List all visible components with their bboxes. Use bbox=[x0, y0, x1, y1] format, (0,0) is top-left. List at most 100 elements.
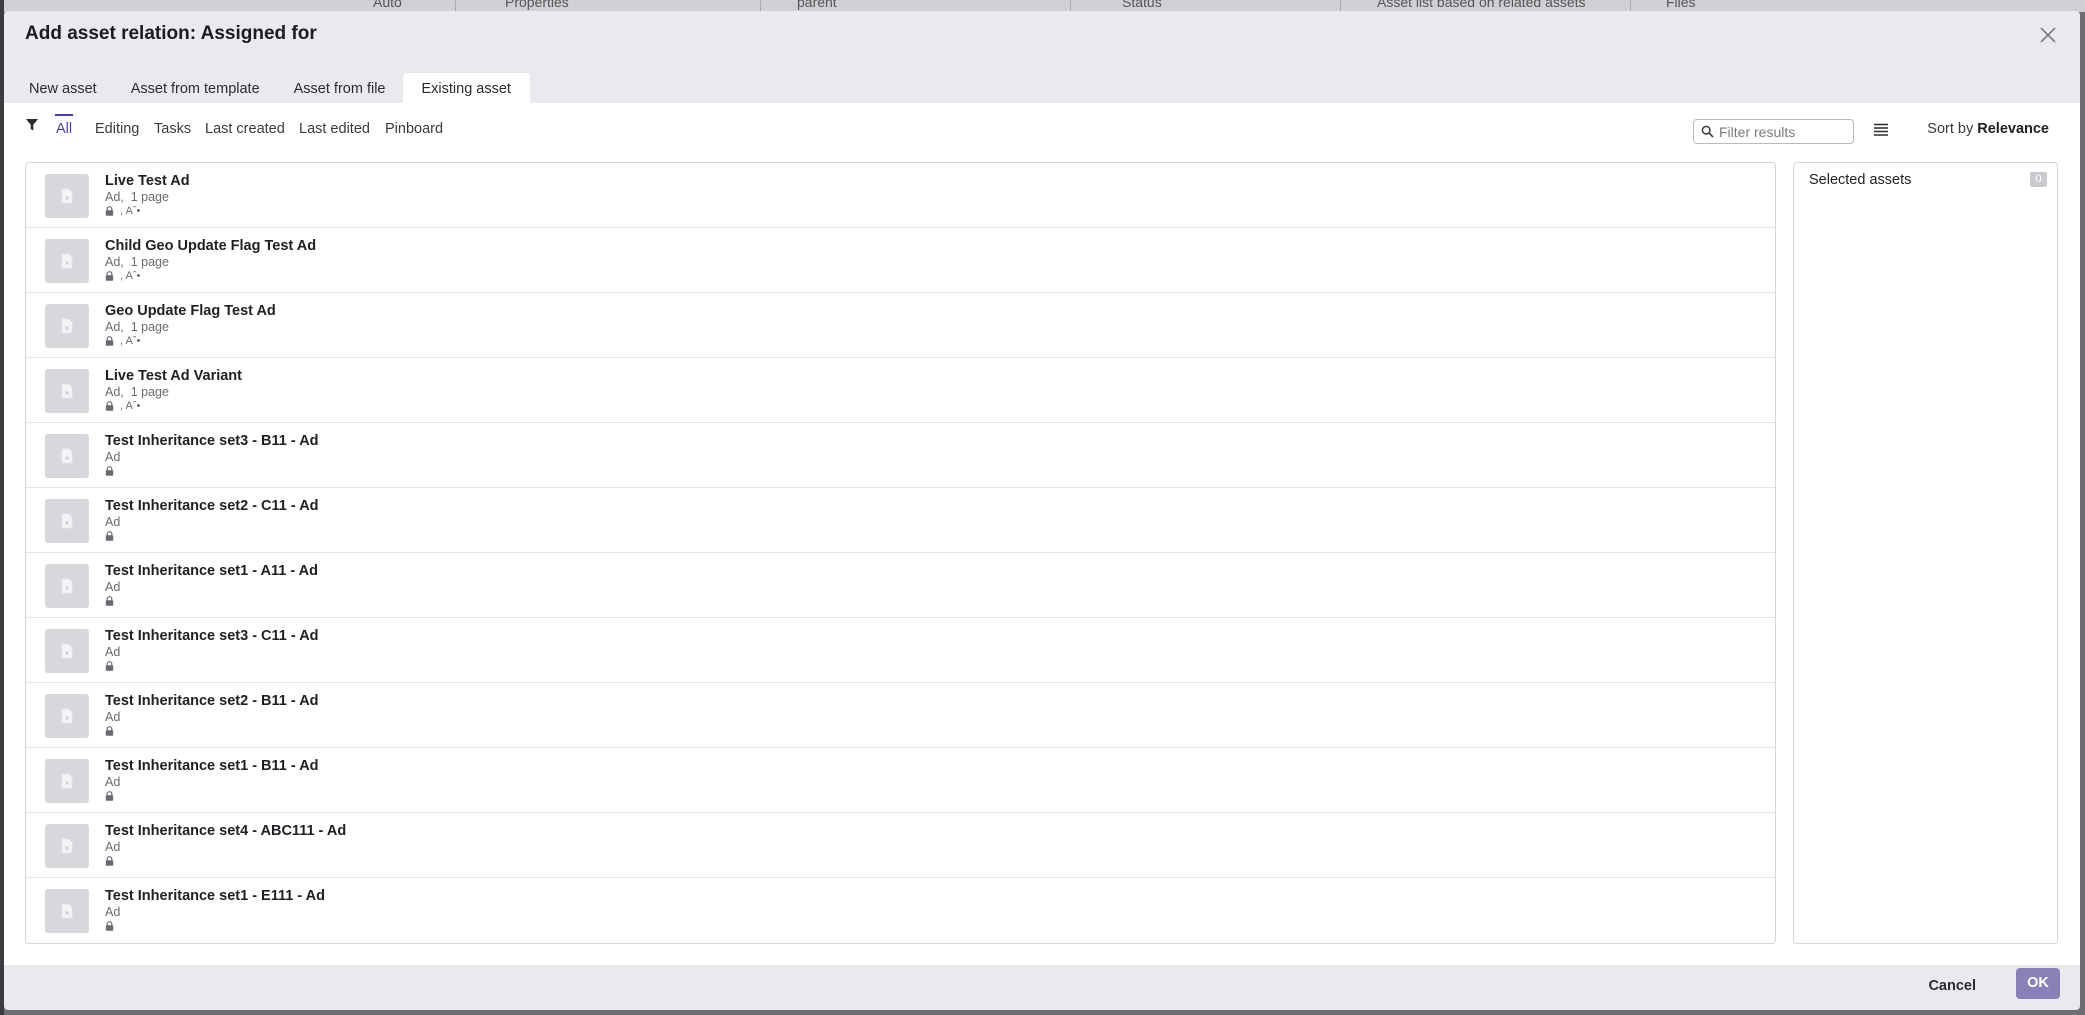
asset-meta: , Aˆ• bbox=[105, 400, 140, 412]
asset-subtitle: Ad, 1 page bbox=[105, 190, 169, 204]
asset-page-count: 1 page bbox=[130, 320, 169, 334]
asset-thumbnail bbox=[45, 304, 89, 348]
asset-title: Test Inheritance set1 - A11 - Ad bbox=[105, 563, 318, 579]
lock-icon bbox=[105, 466, 114, 476]
asset-subtitle: Ad, 1 page bbox=[105, 320, 169, 334]
asset-meta: , Aˆ• bbox=[105, 270, 140, 282]
asset-page-count: 1 page bbox=[130, 255, 169, 269]
asset-meta bbox=[105, 595, 114, 607]
asset-title: Test Inheritance set4 - ABC111 - Ad bbox=[105, 823, 347, 839]
dialog-title: Add asset relation: Assigned for bbox=[25, 23, 317, 44]
asset-results-list: Live Test Ad Ad, 1 page , Aˆ• Child Geo … bbox=[25, 162, 1776, 944]
asset-title: Test Inheritance set1 - B11 - Ad bbox=[105, 758, 319, 774]
tab-new-asset[interactable]: New asset bbox=[12, 73, 114, 103]
tab-asset-from-template[interactable]: Asset from template bbox=[114, 73, 277, 103]
asset-thumbnail bbox=[45, 369, 89, 413]
filter-tab-editing[interactable]: Editing bbox=[95, 121, 139, 137]
asset-result-row[interactable]: Test Inheritance set3 - B11 - Ad Ad bbox=[26, 423, 1775, 488]
bg-column-asset-list: Asset list based on related assets bbox=[1377, 0, 1586, 10]
document-icon bbox=[61, 708, 73, 724]
filter-tab-tasks[interactable]: Tasks bbox=[154, 121, 191, 137]
asset-result-row[interactable]: Test Inheritance set3 - C11 - Ad Ad bbox=[26, 618, 1775, 683]
lock-icon bbox=[105, 921, 114, 931]
lock-icon bbox=[105, 401, 114, 411]
asset-thumbnail bbox=[45, 499, 89, 543]
asset-meta: , Aˆ• bbox=[105, 205, 140, 217]
selected-assets-panel: Selected assets 0 bbox=[1793, 162, 2058, 944]
lock-icon bbox=[105, 596, 114, 606]
asset-meta bbox=[105, 725, 114, 737]
filter-icon[interactable] bbox=[25, 118, 39, 132]
asset-result-row[interactable]: Test Inheritance set4 - ABC111 - Ad Ad bbox=[26, 813, 1775, 878]
asset-title: Test Inheritance set1 - E111 - Ad bbox=[105, 888, 325, 904]
document-icon bbox=[61, 903, 73, 919]
asset-type: Ad bbox=[105, 840, 121, 854]
bg-zoom-select: Auto bbox=[373, 0, 402, 10]
asset-source-tabs: New asset Asset from template Asset from… bbox=[12, 73, 530, 103]
tab-asset-from-file[interactable]: Asset from file bbox=[277, 73, 403, 103]
asset-type: Ad bbox=[105, 710, 121, 724]
asset-meta bbox=[105, 660, 114, 672]
list-view-icon[interactable] bbox=[1873, 122, 1889, 138]
asset-meta-flags: , Aˆ• bbox=[120, 270, 141, 282]
filter-results-input[interactable] bbox=[1719, 122, 1849, 141]
sort-value: Relevance bbox=[1977, 121, 2049, 137]
asset-thumbnail bbox=[45, 434, 89, 478]
bg-column-properties: Properties bbox=[505, 0, 569, 10]
asset-type: Ad, bbox=[105, 190, 124, 204]
search-icon bbox=[1701, 125, 1714, 138]
asset-title: Test Inheritance set2 - B11 - Ad bbox=[105, 693, 319, 709]
asset-result-row[interactable]: Test Inheritance set2 - C11 - Ad Ad bbox=[26, 488, 1775, 553]
tab-existing-asset[interactable]: Existing asset bbox=[402, 73, 530, 103]
sort-dropdown[interactable]: Sort by Relevance bbox=[1927, 121, 2049, 137]
asset-subtitle: Ad, 1 page bbox=[105, 255, 169, 269]
asset-result-row[interactable]: Child Geo Update Flag Test Ad Ad, 1 page… bbox=[26, 228, 1775, 293]
asset-meta-flags: , Aˆ• bbox=[120, 205, 141, 217]
asset-thumbnail bbox=[45, 889, 89, 933]
ok-button[interactable]: OK bbox=[2016, 968, 2060, 999]
filter-tab-last-edited[interactable]: Last edited bbox=[299, 121, 370, 137]
filter-tab-last-created[interactable]: Last created bbox=[205, 121, 285, 137]
asset-result-row[interactable]: Test Inheritance set1 - A11 - Ad Ad bbox=[26, 553, 1775, 618]
asset-subtitle: Ad bbox=[105, 840, 120, 854]
lock-icon bbox=[105, 661, 114, 671]
filter-tab-all[interactable]: All bbox=[54, 114, 74, 137]
asset-type: Ad bbox=[105, 450, 121, 464]
asset-result-row[interactable]: Test Inheritance set1 - B11 - Ad Ad bbox=[26, 748, 1775, 813]
document-icon bbox=[61, 773, 73, 789]
cancel-button[interactable]: Cancel bbox=[1928, 978, 1976, 994]
asset-meta-flags: , Aˆ• bbox=[120, 400, 141, 412]
close-button[interactable] bbox=[2036, 23, 2060, 47]
document-icon bbox=[61, 383, 73, 399]
asset-subtitle: Ad bbox=[105, 580, 120, 594]
selected-assets-count-badge: 0 bbox=[2030, 172, 2047, 187]
asset-page-count: 1 page bbox=[130, 385, 169, 399]
filter-tab-pinboard[interactable]: Pinboard bbox=[385, 121, 443, 137]
asset-subtitle: Ad bbox=[105, 710, 120, 724]
asset-result-row[interactable]: Test Inheritance set2 - B11 - Ad Ad bbox=[26, 683, 1775, 748]
asset-thumbnail bbox=[45, 629, 89, 673]
asset-meta bbox=[105, 855, 114, 867]
asset-title: Live Test Ad Variant bbox=[105, 368, 242, 384]
document-icon bbox=[61, 838, 73, 854]
asset-title: Test Inheritance set3 - C11 - Ad bbox=[105, 628, 319, 644]
asset-result-row[interactable]: Live Test Ad Ad, 1 page , Aˆ• bbox=[26, 163, 1775, 228]
asset-type: Ad, bbox=[105, 320, 124, 334]
asset-subtitle: Ad bbox=[105, 905, 120, 919]
asset-meta bbox=[105, 790, 114, 802]
asset-subtitle: Ad bbox=[105, 645, 120, 659]
asset-result-row[interactable]: Test Inheritance set1 - E111 - Ad Ad bbox=[26, 878, 1775, 943]
asset-type: Ad bbox=[105, 775, 121, 789]
asset-result-row[interactable]: Live Test Ad Variant Ad, 1 page , Aˆ• bbox=[26, 358, 1775, 423]
asset-title: Child Geo Update Flag Test Ad bbox=[105, 238, 317, 254]
asset-type: Ad bbox=[105, 515, 121, 529]
selected-assets-title: Selected assets bbox=[1809, 172, 1912, 188]
document-icon bbox=[61, 318, 73, 334]
asset-type: Ad, bbox=[105, 255, 124, 269]
asset-result-row[interactable]: Geo Update Flag Test Ad Ad, 1 page , Aˆ• bbox=[26, 293, 1775, 358]
asset-thumbnail bbox=[45, 759, 89, 803]
lock-icon bbox=[105, 726, 114, 736]
asset-title: Live Test Ad bbox=[105, 173, 190, 189]
document-icon bbox=[61, 253, 73, 269]
document-icon bbox=[61, 448, 73, 464]
